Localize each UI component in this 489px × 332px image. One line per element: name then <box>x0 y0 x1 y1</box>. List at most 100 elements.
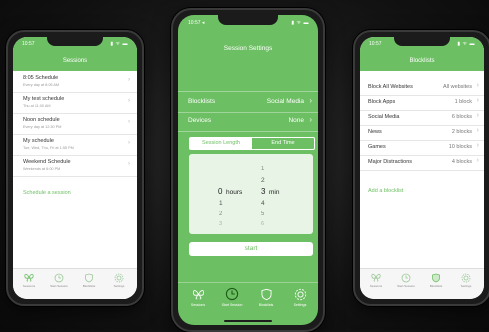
sessions-screen: 10:57 ▮ ᯤ ▬ Sessions 8:05 Schedule Every… <box>13 37 137 299</box>
blocklist-row[interactable]: Social Media 6 blocks › <box>360 110 484 126</box>
segment-end-time[interactable]: End Time <box>252 138 314 149</box>
tab-start-session[interactable]: Start Session <box>45 273 73 288</box>
shield-icon <box>432 273 440 283</box>
row-value: None <box>288 117 304 124</box>
add-blocklist-link[interactable]: Add a blocklist <box>368 188 403 194</box>
page-title: Session Settings <box>223 45 273 52</box>
status-icons: ▮ ᯤ ▬ <box>457 41 475 47</box>
chevron-right-icon: › <box>476 82 479 89</box>
status-time: 10:57 ◂ <box>188 20 205 26</box>
notch <box>394 37 450 46</box>
blocklist-name: Block Apps <box>368 99 396 105</box>
session-row[interactable]: My schedule Tue, Wed, Thu, Fri at 1:55 P… <box>13 134 137 156</box>
start-button[interactable]: start <box>189 242 313 256</box>
tab-label: Sessions <box>22 284 36 288</box>
session-row[interactable]: Weekend Schedule Weekends at 6:00 PM › <box>13 155 137 177</box>
shield-icon <box>260 288 272 301</box>
tab-label: Settings <box>460 284 472 288</box>
session-name: Noon schedule <box>23 117 60 123</box>
session-detail: Thu at 11:00 AM <box>23 104 51 108</box>
schedule-session-link[interactable]: Schedule a session <box>23 190 71 196</box>
picker-value: 2 <box>261 177 265 184</box>
notch <box>47 37 103 46</box>
picker-value: 3 <box>219 221 223 227</box>
picker-selected-min: 3 <box>261 187 266 196</box>
mode-segmented-control: Session Length End Time <box>189 137 315 150</box>
notch <box>218 15 278 25</box>
tab-settings[interactable]: Settings <box>452 273 480 288</box>
tab-start-session[interactable]: Start Session <box>392 273 420 288</box>
tab-label: Sessions <box>190 303 206 307</box>
session-name: My test schedule <box>23 96 65 102</box>
blocklist-row[interactable]: Block All Websites All websites › <box>360 80 484 96</box>
shield-icon <box>85 273 93 283</box>
tab-label: Settings <box>293 303 307 307</box>
picker-value: 2 <box>219 211 223 217</box>
tab-bar: Sessions Start Session Blocklists Settin… <box>360 268 484 299</box>
clock-icon <box>54 273 64 283</box>
tab-label: Blocklists <box>258 303 274 307</box>
session-detail: Weekends at 6:00 PM <box>23 167 61 171</box>
picker-value: 5 <box>261 211 265 217</box>
session-row[interactable]: My test schedule Thu at 11:00 AM › <box>13 92 137 114</box>
tab-sessions[interactable]: Sessions <box>362 273 390 288</box>
picker-value: 6 <box>261 221 265 227</box>
blocklist-count: 2 blocks <box>451 129 472 135</box>
blocklists-screen: 10:57 ▮ ᯤ ▬ Blocklists Block All Website… <box>360 37 484 299</box>
picker-value: 1 <box>219 200 223 207</box>
tab-sessions[interactable]: Sessions <box>15 273 43 288</box>
session-row[interactable]: 8:05 Schedule Every day at 8:05 AM › <box>13 71 137 93</box>
chevron-right-icon: › <box>476 97 479 104</box>
tab-label: Blocklists <box>429 284 443 288</box>
picker-min-unit: min <box>269 189 280 196</box>
tab-label: Sessions <box>369 284 383 288</box>
session-name: My schedule <box>23 138 54 144</box>
chevron-right-icon: › <box>128 98 130 104</box>
tab-label: Start Session <box>221 303 243 307</box>
session-detail: Tue, Wed, Thu, Fri at 1:55 PM <box>23 146 74 150</box>
tab-start-session[interactable]: Start Session <box>216 287 248 307</box>
settings-row-blocklists[interactable]: Blocklists Social Media › <box>178 91 318 113</box>
blocklist-name: News <box>368 129 382 135</box>
session-settings-screen: 10:57 ◂ ▮ ᯤ ▬ Session Settings Blocklist… <box>178 15 318 325</box>
blocklist-count: 1 block <box>454 99 472 105</box>
tab-label: Blocklists <box>82 284 96 288</box>
tab-blocklists[interactable]: Blocklists <box>422 273 450 288</box>
blocklist-count: All websites <box>442 84 472 90</box>
blocklist-row[interactable]: News 2 blocks › <box>360 125 484 141</box>
tab-bar: Sessions Start Session Blocklists Settin… <box>13 268 137 299</box>
blocklist-row[interactable]: Games 10 blocks › <box>360 140 484 156</box>
chevron-right-icon: › <box>128 119 130 125</box>
tab-blocklists[interactable]: Blocklists <box>75 273 103 288</box>
session-name: Weekend Schedule <box>23 159 71 165</box>
gear-icon <box>294 288 306 301</box>
picker-selected-hours: 0 <box>218 187 223 196</box>
session-detail: Every day at 12:30 PM <box>23 125 62 129</box>
tab-settings[interactable]: Settings <box>284 288 316 307</box>
tab-blocklists[interactable]: Blocklists <box>250 288 282 307</box>
chevron-right-icon: › <box>476 142 479 149</box>
blocklist-row[interactable]: Block Apps 1 block › <box>360 95 484 111</box>
segment-session-length[interactable]: Session Length <box>190 138 252 149</box>
clock-icon <box>225 287 239 301</box>
blocklist-count: 4 blocks <box>451 159 472 165</box>
tab-settings[interactable]: Settings <box>105 273 133 288</box>
butterfly-icon <box>192 290 204 300</box>
session-detail: Every day at 8:05 AM <box>23 83 60 87</box>
tab-label: Settings <box>113 284 125 288</box>
tab-sessions[interactable]: Sessions <box>182 289 214 307</box>
picker-hours-unit: hours <box>226 189 243 196</box>
status-icons: ▮ ᯤ ▬ <box>291 20 309 26</box>
session-row[interactable]: Noon schedule Every day at 12:30 PM › <box>13 113 137 135</box>
chevron-right-icon: › <box>309 115 312 124</box>
status-icons: ▮ ᯤ ▬ <box>110 41 128 47</box>
butterfly-icon <box>371 273 381 282</box>
phone-sessions: 10:57 ▮ ᯤ ▬ Sessions 8:05 Schedule Every… <box>6 30 144 306</box>
home-indicator[interactable] <box>224 320 272 322</box>
row-value: Social Media <box>266 98 304 105</box>
duration-picker[interactable]: 1 2 0 hours 3 min 1 2 3 4 5 6 <box>189 154 313 234</box>
settings-row-devices[interactable]: Devices None › <box>178 111 318 132</box>
chevron-right-icon: › <box>128 140 130 146</box>
chevron-right-icon: › <box>476 112 479 119</box>
blocklist-row[interactable]: Major Distractions 4 blocks › <box>360 155 484 171</box>
